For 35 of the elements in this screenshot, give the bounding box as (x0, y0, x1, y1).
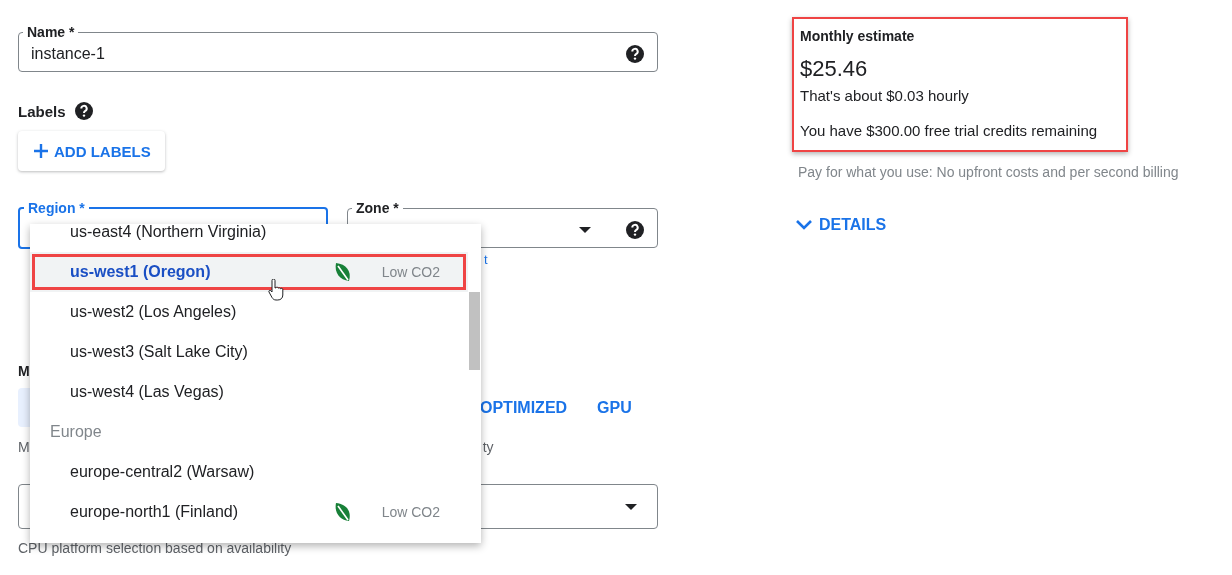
scrollbar-thumb[interactable] (469, 292, 480, 370)
help-icon[interactable] (73, 101, 94, 121)
section-label: M (18, 362, 30, 380)
machine-type-tab[interactable]: OPTIMIZED (480, 398, 568, 417)
field-label: Region * (27, 199, 86, 217)
leaf-icon (333, 262, 352, 282)
low-co2-label: Low CO2 (381, 264, 440, 280)
cpu-platform-hint: CPU platform selection based on availability (18, 540, 292, 556)
pointer-cursor-icon (268, 279, 284, 301)
chevron-down-icon (795, 219, 813, 231)
help-icon[interactable] (625, 43, 645, 64)
help-icon[interactable] (625, 219, 645, 240)
add-labels-button[interactable]: ADD LABELS (18, 131, 165, 171)
estimate-title: Monthly estimate (800, 27, 915, 45)
description-text: ty (482, 439, 494, 455)
field-label: Zone * (355, 199, 400, 217)
labels-label: Labels (18, 102, 66, 120)
leaf-icon (333, 502, 352, 522)
region-option[interactable]: us-west1 (Oregon) Low CO2 (30, 252, 468, 292)
description-text: M (18, 439, 30, 455)
billing-note: Pay for what you use: No upfront costs and per second billing (798, 164, 1179, 180)
estimate-amount: $25.46 (800, 55, 868, 83)
trial-credits-text: You have $300.00 free trial credits remaining (800, 122, 1098, 140)
low-co2-label: Low CO2 (381, 504, 440, 520)
hourly-estimate: That's about $0.03 hourly (800, 87, 969, 105)
dropdown-caret-icon (579, 226, 591, 233)
plus-icon (34, 144, 48, 158)
field-value: instance-1 (31, 44, 106, 63)
region-option[interactable]: us-east4 (Northern Virginia) (30, 224, 468, 252)
details-button[interactable]: DETAILS (792, 216, 887, 234)
region-group-header: Europe (50, 423, 102, 441)
zone-hint-link[interactable]: t (484, 252, 488, 268)
field-label: Name * (26, 23, 76, 41)
machine-type-tab[interactable]: GPU (597, 398, 632, 417)
dropdown-caret-icon (625, 503, 637, 510)
